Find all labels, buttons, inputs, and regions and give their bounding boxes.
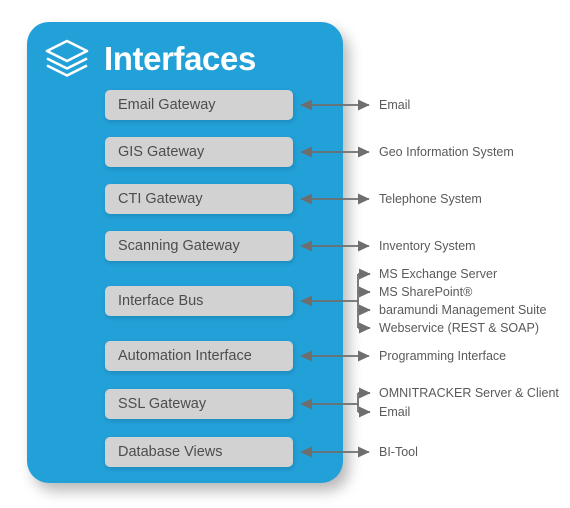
interface-box-automation-interface[interactable]: Automation Interface [105, 341, 293, 371]
target-label-email: Email [379, 97, 411, 112]
interface-box-database-views[interactable]: Database Views [105, 437, 293, 467]
target-label-bi-tool: BI-Tool [379, 444, 418, 459]
target-label-ms-sharepoint-text: MS SharePoint® [379, 284, 473, 299]
layers-icon [45, 39, 89, 77]
target-label-inventory-system: Inventory System [379, 238, 476, 253]
target-label-ms-exchange-server: MS Exchange Server [379, 266, 498, 281]
target-label-email-ssl: Email [379, 404, 411, 419]
target-label-webservice: Webservice (REST & SOAP) [379, 320, 539, 335]
interfaces-diagram: Interfaces Email Gateway GIS Gateway CTI… [0, 0, 570, 508]
target-label-telephone-system: Telephone System [379, 191, 482, 206]
panel-header: Interfaces [27, 30, 343, 86]
interface-box-scanning-gateway[interactable]: Scanning Gateway [105, 231, 293, 261]
target-label-omnitracker-server-client: OMNITRACKER Server & Client [379, 385, 559, 400]
interface-box-email-gateway[interactable]: Email Gateway [105, 90, 293, 120]
interface-box-gis-gateway[interactable]: GIS Gateway [105, 137, 293, 167]
interface-box-cti-gateway[interactable]: CTI Gateway [105, 184, 293, 214]
target-label-geo-information-system: Geo Information System [379, 144, 514, 159]
target-label-ms-sharepoint: MS SharePoint® [379, 286, 472, 299]
page-title: Interfaces [104, 39, 256, 77]
interface-box-interface-bus[interactable]: Interface Bus [105, 286, 293, 316]
target-label-baramundi-management-suite: baramundi Management Suite [379, 302, 547, 317]
target-label-programming-interface: Programming Interface [379, 348, 507, 363]
interface-box-ssl-gateway[interactable]: SSL Gateway [105, 389, 293, 419]
